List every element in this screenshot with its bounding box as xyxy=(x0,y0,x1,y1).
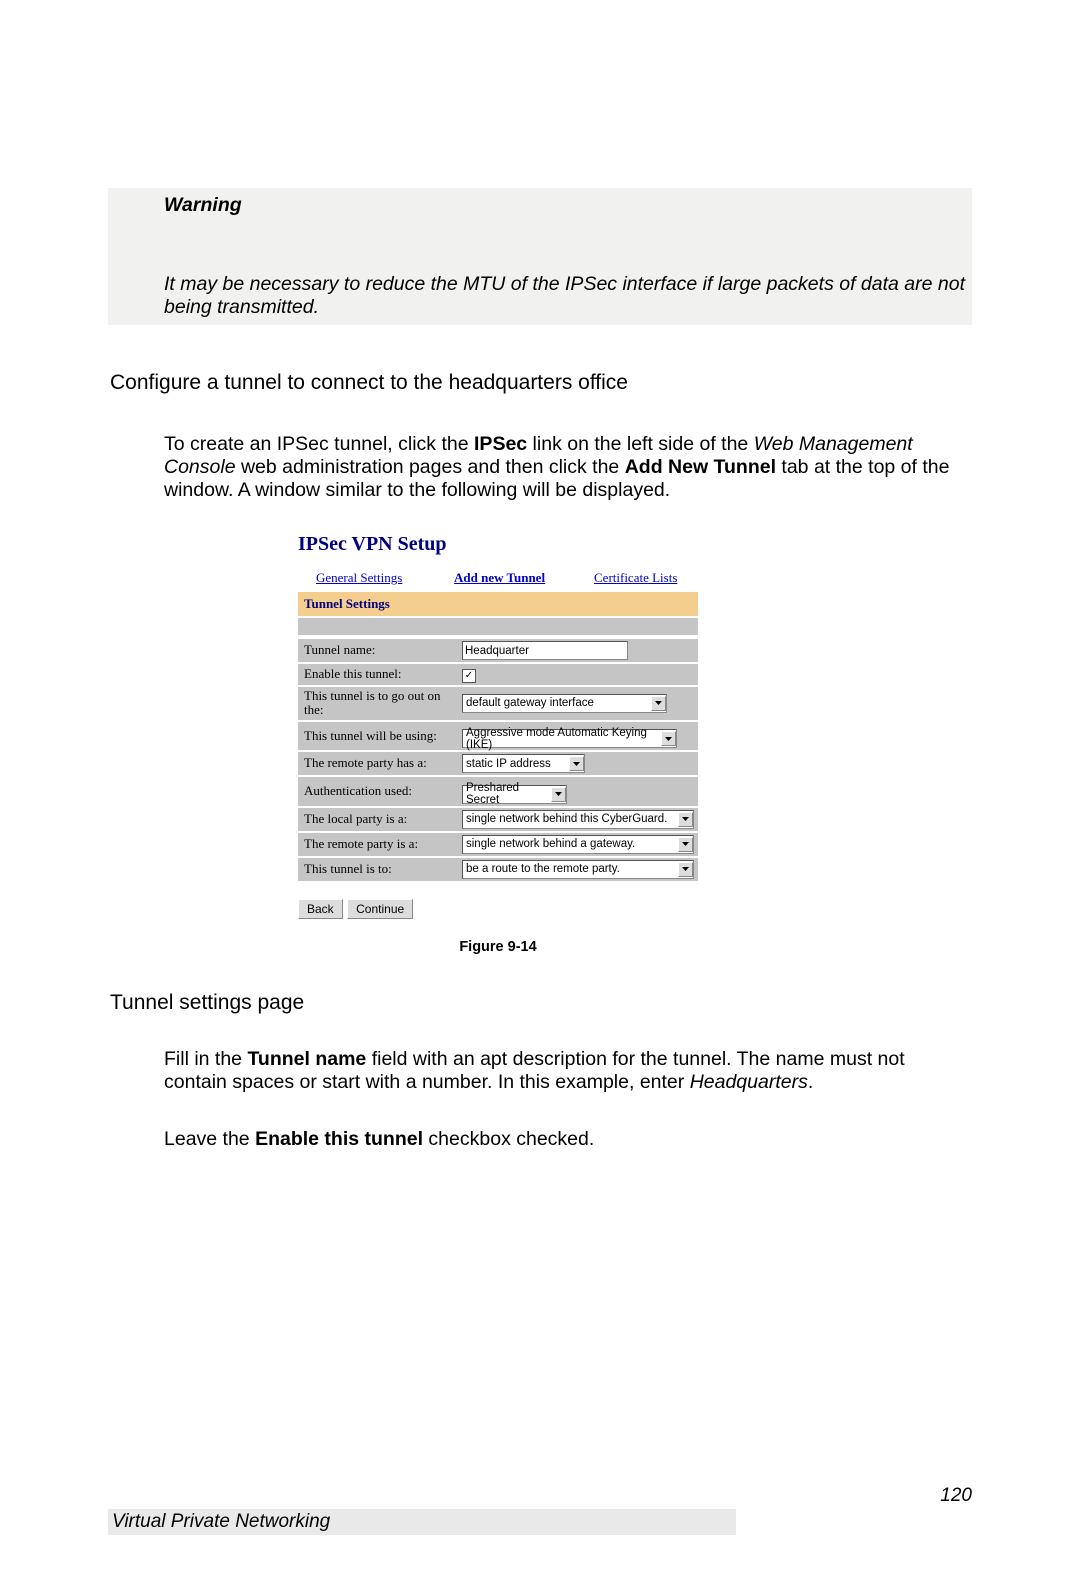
chevron-down-icon xyxy=(678,862,693,877)
paragraph-create-tunnel: To create an IPSec tunnel, click the IPS… xyxy=(164,433,972,502)
select-value: static IP address xyxy=(466,758,566,770)
tab-add-new-tunnel[interactable]: Add new Tunnel xyxy=(454,570,594,586)
text: checkbox checked. xyxy=(423,1128,594,1150)
paragraph-leave-enable: Leave the Enable this tunnel checkbox ch… xyxy=(164,1128,972,1151)
local-party-select[interactable]: single network behind this CyberGuard. xyxy=(462,810,694,829)
page-footer: 120 Virtual Private Networking xyxy=(108,1485,972,1535)
remote-has-select[interactable]: static IP address xyxy=(462,754,585,773)
label-remote-party: The remote party is a: xyxy=(298,833,456,856)
label-go-out-on: This tunnel is to go out on the: xyxy=(298,687,456,720)
warning-title: Warning xyxy=(164,194,972,217)
text: To create an IPSec tunnel, click the xyxy=(164,433,474,455)
label-tunnel-is-to: This tunnel is to: xyxy=(298,858,456,881)
italic-headquarters: Headquarters xyxy=(690,1071,808,1093)
paragraph-fill-in: Fill in the Tunnel name field with an ap… xyxy=(164,1048,972,1094)
chevron-down-icon xyxy=(569,756,584,771)
button-row: Back Continue xyxy=(298,899,698,919)
cell: single network behind a gateway. xyxy=(456,833,698,856)
cell: single network behind this CyberGuard. xyxy=(456,808,698,831)
tunnel-settings-form: Tunnel name: Enable this tunnel: ✓ This … xyxy=(298,637,698,883)
chevron-down-icon xyxy=(651,696,666,711)
auth-select[interactable]: Preshared Secret xyxy=(462,785,567,804)
text: web administration pages and then click … xyxy=(236,456,625,478)
select-value: single network behind a gateway. xyxy=(466,838,675,850)
remote-party-select[interactable]: single network behind a gateway. xyxy=(462,835,694,854)
continue-button[interactable]: Continue xyxy=(347,899,413,919)
ipsec-setup-title: IPSec VPN Setup xyxy=(298,533,698,556)
section-heading-tunnel-settings: Tunnel settings page xyxy=(110,991,972,1015)
cell: be a route to the remote party. xyxy=(456,858,698,881)
go-out-on-select[interactable]: default gateway interface xyxy=(462,694,667,713)
tab-certificate-lists[interactable]: Certificate Lists xyxy=(594,570,677,586)
tunnel-settings-header: Tunnel Settings xyxy=(298,592,698,616)
text: link on the left side of the xyxy=(527,433,754,455)
spacer-row xyxy=(298,618,698,635)
select-value: Preshared Secret xyxy=(466,782,548,806)
back-button[interactable]: Back xyxy=(298,899,343,919)
bold-tunnel-name: Tunnel name xyxy=(247,1048,366,1070)
select-value: Aggressive mode Automatic Keying (IKE) xyxy=(466,727,658,751)
ipsec-setup-figure: IPSec VPN Setup General Settings Add new… xyxy=(298,533,698,955)
text: . xyxy=(808,1071,813,1093)
label-remote-has: The remote party has a: xyxy=(298,752,456,775)
label-tunnel-name: Tunnel name: xyxy=(298,639,456,662)
bold-ipsec: IPSec xyxy=(474,433,527,455)
chevron-down-icon xyxy=(678,837,693,852)
section-heading-configure: Configure a tunnel to connect to the hea… xyxy=(110,371,972,395)
figure-caption: Figure 9-14 xyxy=(298,939,698,955)
select-value: default gateway interface xyxy=(466,697,648,709)
bold-add-tunnel: Add New Tunnel xyxy=(625,456,776,478)
chevron-down-icon xyxy=(551,787,566,802)
cell: default gateway interface xyxy=(456,687,698,720)
text: Leave the xyxy=(164,1128,255,1150)
chevron-down-icon xyxy=(661,731,676,746)
bold-enable: Enable this tunnel xyxy=(255,1128,423,1150)
select-value: single network behind this CyberGuard. xyxy=(466,813,675,825)
using-select[interactable]: Aggressive mode Automatic Keying (IKE) xyxy=(462,729,677,748)
warning-box: Warning It may be necessary to reduce th… xyxy=(108,188,972,325)
tab-bar: General Settings Add new Tunnel Certific… xyxy=(298,570,698,586)
cell: Preshared Secret xyxy=(456,777,698,806)
enable-tunnel-checkbox[interactable]: ✓ xyxy=(462,669,476,683)
text: Fill in the xyxy=(164,1048,247,1070)
tab-general-settings[interactable]: General Settings xyxy=(316,570,454,586)
cell: static IP address xyxy=(456,752,698,775)
cell xyxy=(456,639,698,662)
cell: ✓ xyxy=(456,664,698,685)
page-number: 120 xyxy=(108,1485,972,1507)
label-auth-used: Authentication used: xyxy=(298,777,456,806)
label-will-be-using: This tunnel will be using: xyxy=(298,722,456,751)
chapter-title: Virtual Private Networking xyxy=(108,1509,736,1535)
label-enable-tunnel: Enable this tunnel: xyxy=(298,664,456,685)
tunnel-name-input[interactable] xyxy=(462,641,628,660)
chevron-down-icon xyxy=(678,812,693,827)
warning-body: It may be necessary to reduce the MTU of… xyxy=(164,273,972,319)
tunnel-to-select[interactable]: be a route to the remote party. xyxy=(462,860,694,879)
select-value: be a route to the remote party. xyxy=(466,863,675,875)
label-local-party: The local party is a: xyxy=(298,808,456,831)
cell: Aggressive mode Automatic Keying (IKE) xyxy=(456,722,698,751)
